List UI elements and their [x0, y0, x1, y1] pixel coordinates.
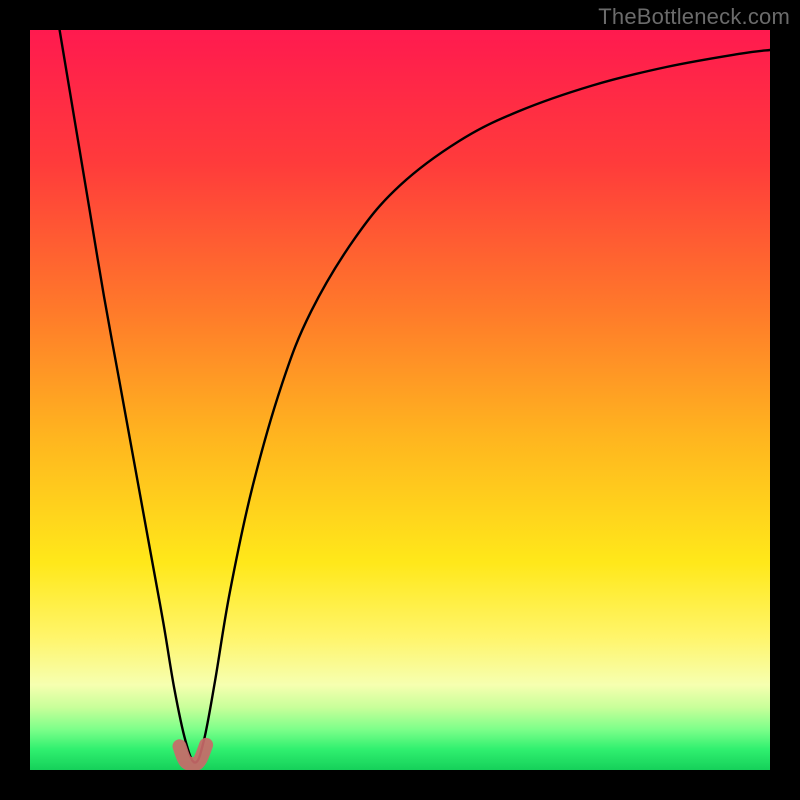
chart-frame: TheBottleneck.com: [0, 0, 800, 800]
watermark-label: TheBottleneck.com: [598, 4, 790, 30]
bottleneck-curve: [30, 30, 770, 770]
optimal-range-marker: [179, 745, 206, 764]
plot-area: [30, 30, 770, 770]
curve-path: [60, 30, 770, 763]
